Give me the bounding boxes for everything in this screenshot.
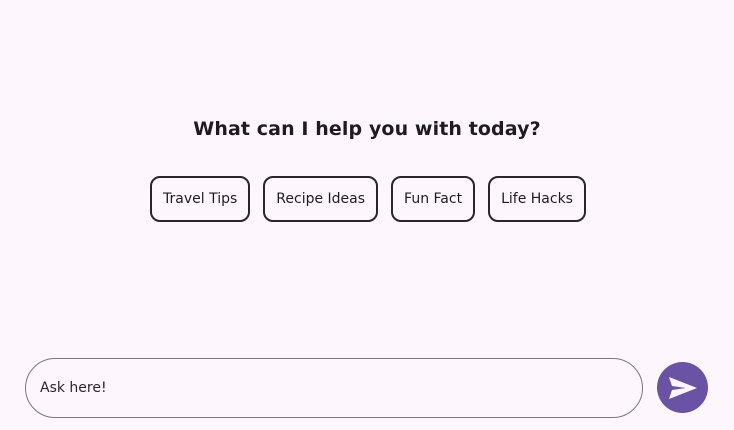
chat-home: What can I help you with today? Travel T… <box>0 0 734 430</box>
suggestion-chip-travel-tips[interactable]: Travel Tips <box>150 176 251 222</box>
page-title: What can I help you with today? <box>193 118 541 140</box>
suggestion-chip-recipe-ideas[interactable]: Recipe Ideas <box>263 176 379 222</box>
message-input-container <box>25 358 643 418</box>
suggestion-chips: Travel Tips Recipe Ideas Fun Fact Life H… <box>0 176 734 222</box>
suggestion-chip-life-hacks[interactable]: Life Hacks <box>488 176 586 222</box>
send-button[interactable] <box>657 362 708 413</box>
send-icon <box>668 376 697 399</box>
suggestion-chip-fun-fact[interactable]: Fun Fact <box>391 176 476 222</box>
message-input[interactable] <box>26 359 642 417</box>
